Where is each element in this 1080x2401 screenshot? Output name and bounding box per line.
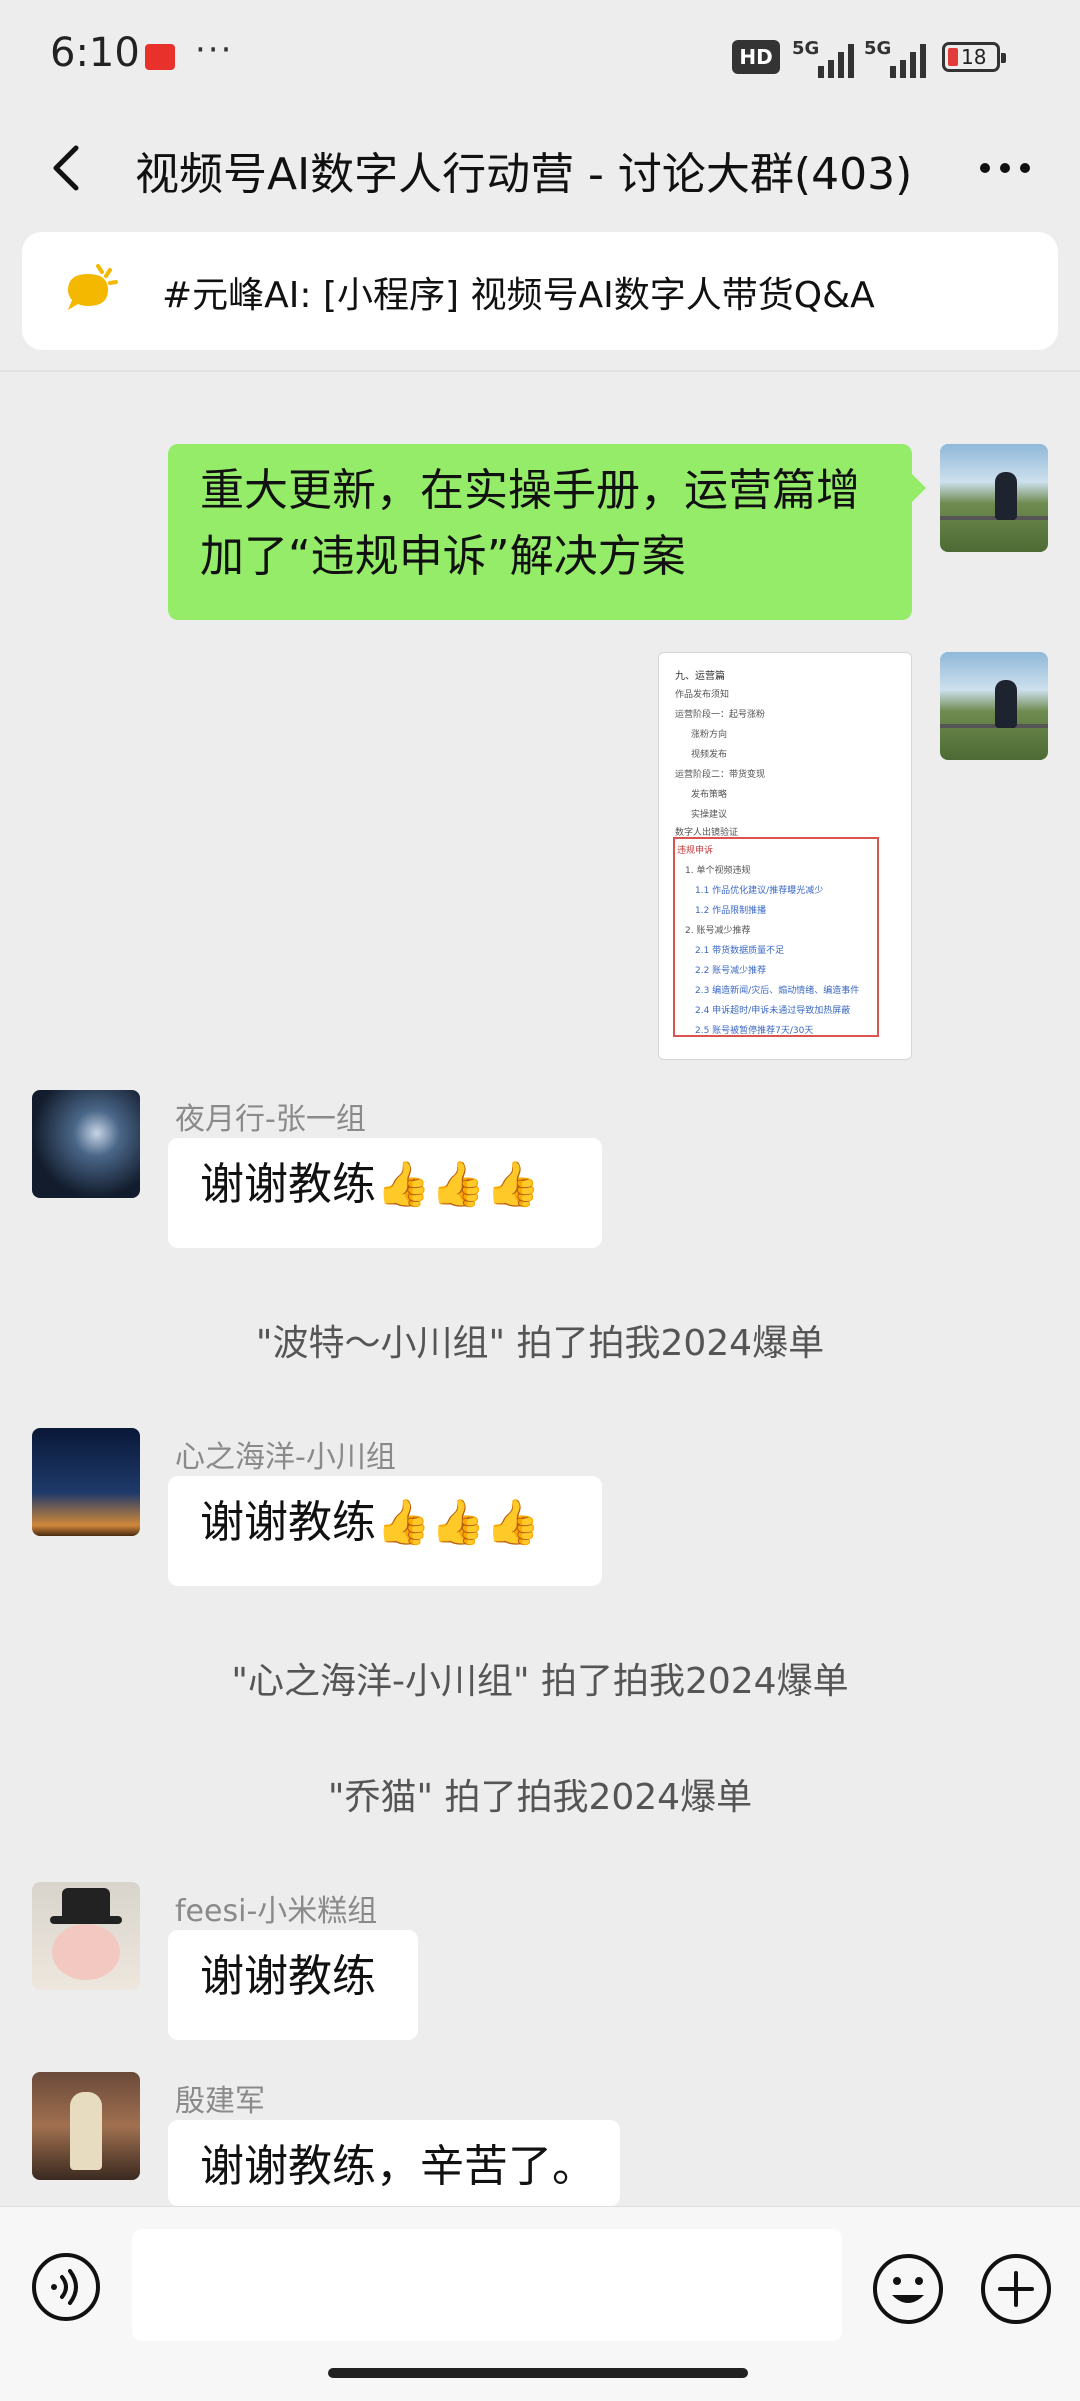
signal-icon-1: 5G — [792, 38, 862, 78]
status-time: 6:10 — [50, 30, 140, 76]
message-bubble[interactable]: 谢谢教练，辛苦了。 — [168, 2120, 620, 2206]
pinned-text: #元峰AI: [小程序] 视频号AI数字人带货Q&A — [162, 275, 875, 316]
system-notice: "心之海洋-小川组" 拍了拍我2024爆单 — [231, 1661, 849, 1702]
emoji-icon[interactable] — [870, 2251, 946, 2327]
image-message[interactable]: 九、运营篇 作品发布须知 运营阶段一：起号涨粉 涨粉方向 视频发布 运营阶段二：… — [658, 652, 912, 1060]
app-notification-icon — [145, 44, 175, 70]
battery-icon: 18 — [942, 42, 1006, 72]
more-notifications-indicator: ··· — [195, 30, 234, 70]
message-input[interactable] — [132, 2229, 842, 2341]
pinned-message[interactable]: #元峰AI: [小程序] 视频号AI数字人带货Q&A — [22, 232, 1058, 350]
home-indicator[interactable] — [328, 2368, 748, 2378]
sender-name: feesi-小米糕组 — [175, 1894, 378, 1929]
chat-title: 视频号AI数字人行动营 - 讨论大群(403) — [135, 149, 913, 200]
avatar-self[interactable] — [940, 652, 1048, 760]
system-notice: "乔猫" 拍了拍我2024爆单 — [327, 1777, 753, 1818]
message-bubble[interactable]: 谢谢教练👍👍👍 — [168, 1476, 602, 1586]
sender-name: 殷建军 — [175, 2084, 265, 2119]
hd-voice-icon: HD — [732, 40, 780, 74]
divider — [0, 370, 1080, 372]
message-bubble[interactable]: 谢谢教练👍👍👍 — [168, 1138, 602, 1248]
avatar-user[interactable] — [32, 2072, 140, 2180]
battery-level: 18 — [961, 45, 987, 69]
avatar-self[interactable] — [940, 444, 1048, 552]
sender-name: 心之海洋-小川组 — [175, 1440, 396, 1475]
back-arrow-icon[interactable] — [40, 140, 96, 196]
system-notice: "波特～小川组" 拍了拍我2024爆单 — [255, 1323, 825, 1364]
avatar-user[interactable] — [32, 1882, 140, 1990]
chat-header: 视频号AI数字人行动营 - 讨论大群(403) — [0, 118, 1080, 218]
message-bubble[interactable]: 谢谢教练 — [168, 1930, 418, 2040]
sender-name: 夜月行-张一组 — [175, 1102, 366, 1137]
more-icon[interactable] — [975, 146, 1035, 190]
avatar-user[interactable] — [32, 1428, 140, 1536]
plus-icon[interactable] — [978, 2251, 1054, 2327]
voice-icon[interactable] — [30, 2251, 102, 2323]
avatar-user[interactable] — [32, 1090, 140, 1198]
message-bubble-self[interactable]: 重大更新，在实操手册，运营篇增加了“违规申诉”解决方案 — [168, 444, 926, 620]
chat-bubble-icon — [68, 264, 118, 310]
signal-icon-2: 5G — [864, 38, 934, 78]
status-bar: 6:10 ··· HD 5G 5G 18 — [0, 0, 1080, 118]
